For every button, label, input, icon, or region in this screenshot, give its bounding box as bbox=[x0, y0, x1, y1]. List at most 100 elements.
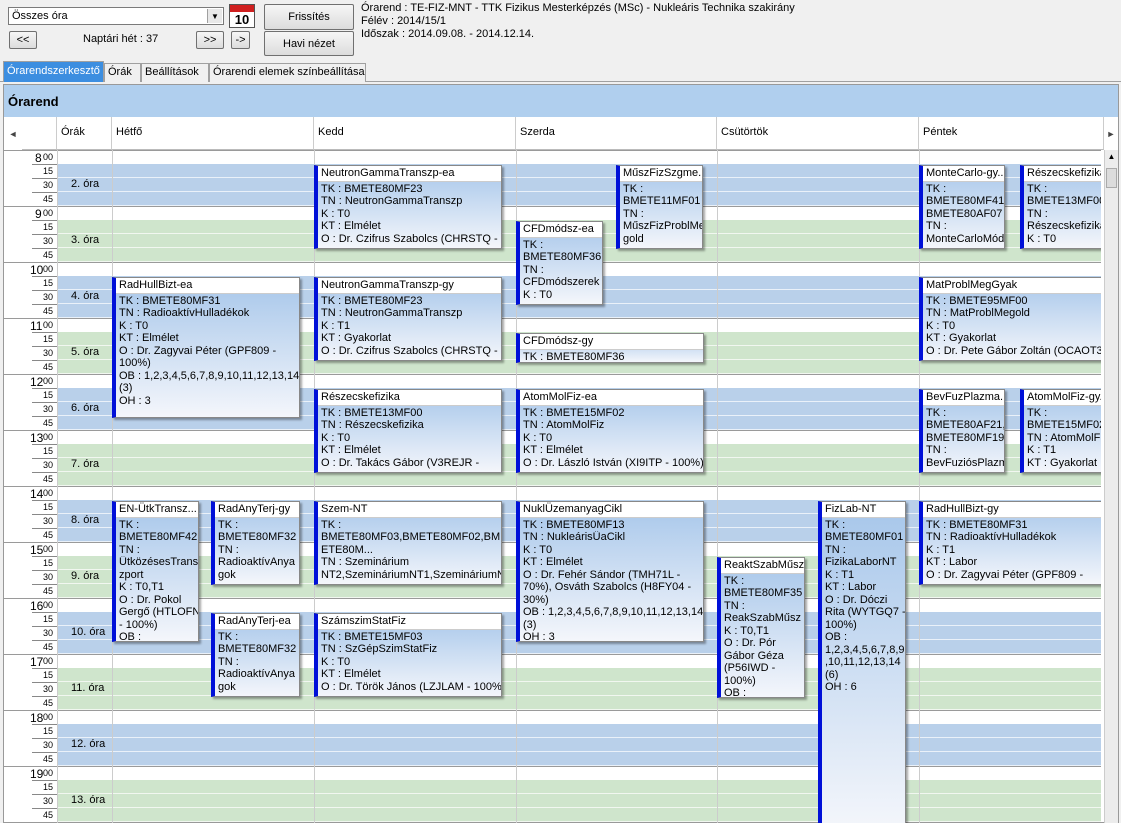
minute-label: 00 bbox=[43, 432, 54, 442]
event-line: TN : bbox=[825, 543, 846, 556]
event-title: MonteCarlo-gy... bbox=[923, 166, 1004, 182]
event-line: BMETE80MF32 bbox=[218, 643, 297, 655]
minute-tick bbox=[32, 724, 57, 725]
event-title: Részecskefizika bbox=[318, 390, 501, 406]
period-band bbox=[57, 780, 1101, 822]
hour-label: 16 bbox=[30, 599, 44, 613]
event-card[interactable]: Részecskefizika TK : BMETE13MF00 TN : Részec… bbox=[1020, 165, 1101, 249]
event-card[interactable]: NeutronGammaTranszp-gy TK : BMETE80MF23 TN… bbox=[314, 277, 502, 361]
next-week-button[interactable]: >> bbox=[196, 31, 224, 49]
event-line: ÜtközésesTrans bbox=[119, 556, 198, 568]
event-card[interactable]: NuklÜzemanyagCikl TK : BMETE80MF13 TN : Nu… bbox=[516, 501, 704, 642]
header-time bbox=[22, 117, 57, 150]
period-label: 3. óra bbox=[71, 234, 100, 246]
vertical-scrollbar[interactable]: ▲ bbox=[1104, 150, 1118, 823]
minute-label: 00 bbox=[43, 320, 54, 330]
event-line: TN : bbox=[523, 263, 544, 276]
event-card[interactable]: RadHullBizt-ea TK : BMETE80MF31 TN : Radio… bbox=[112, 277, 300, 418]
event-title: NeutronGammaTranszp-gy bbox=[318, 278, 501, 294]
minute-tick bbox=[32, 808, 57, 809]
hour-line bbox=[4, 486, 1101, 487]
event-card[interactable]: CFDmódsz-ea TK : BMETE80MF36 TN : CFDmódszer… bbox=[516, 221, 603, 305]
event-card[interactable]: RadAnyTerj-gy TK : BMETE80MF32 TN : Radioakt… bbox=[211, 501, 300, 585]
event-line: O : Dr. Pete Gábor Zoltán (OCAOT3 - bbox=[926, 344, 1101, 357]
event-line: O : Dr. Török János (LZJLAM - 100%) bbox=[321, 680, 501, 693]
event-card[interactable]: NeutronGammaTranszp-ea TK : BMETE80MF23 TN… bbox=[314, 165, 502, 249]
event-card[interactable]: Részecskefizika TK : BMETE13MF00 TN : Rész… bbox=[314, 389, 502, 473]
event-line: TK : bbox=[926, 406, 947, 419]
calendar-icon[interactable]: 10 bbox=[229, 4, 255, 28]
hour-label: 12 bbox=[30, 375, 44, 389]
minute-tick bbox=[32, 794, 57, 795]
timetable-info: Órarend : TE-FIZ-MNT - TTK Fizikus Meste… bbox=[361, 2, 795, 14]
minute-tick bbox=[32, 388, 57, 389]
scroll-left-icon[interactable]: ◄ bbox=[4, 117, 22, 150]
minute-label: 30 bbox=[43, 460, 54, 470]
event-line: TK : BMETE80MF13 bbox=[523, 518, 625, 531]
minute-label: 45 bbox=[43, 194, 54, 204]
minute-label: 00 bbox=[43, 712, 54, 722]
event-card[interactable]: ReaktSzabMűsz TK : BMETE80MF35 TN : ReakSzab… bbox=[717, 557, 805, 698]
tab-color-settings[interactable]: Órarendi elemek színbeállítása bbox=[209, 63, 366, 82]
event-line: BMETE13MF00 bbox=[1027, 195, 1101, 207]
tab-lessons[interactable]: Órák bbox=[104, 63, 141, 82]
event-card[interactable]: BevFuzPlazma... TK : BMETE80AF21, BMETE80MF… bbox=[919, 389, 1005, 473]
minute-tick bbox=[32, 472, 57, 473]
minute-tick bbox=[32, 304, 57, 305]
filter-combobox[interactable]: Összes óra ▼ bbox=[8, 7, 224, 25]
period-label: 11. óra bbox=[71, 682, 105, 694]
scrollbar-thumb[interactable] bbox=[1106, 168, 1117, 188]
refresh-button[interactable]: Frissítés bbox=[264, 4, 354, 30]
event-line: KT : Elmélet bbox=[523, 556, 583, 568]
event-card[interactable]: FizLab-NT TK : BMETE80MF01 TN : FizikaLaborN… bbox=[818, 501, 906, 823]
event-line: BMETE80MF35 bbox=[724, 587, 803, 599]
next-step-button[interactable]: -> bbox=[231, 31, 250, 49]
event-card[interactable]: RadAnyTerj-ea TK : BMETE80MF32 TN : Radioakt… bbox=[211, 613, 300, 697]
slot-line bbox=[57, 737, 1101, 738]
event-line: 100%) bbox=[119, 357, 151, 369]
minute-label: 30 bbox=[43, 572, 54, 582]
minute-label: 30 bbox=[43, 628, 54, 638]
minute-tick bbox=[32, 276, 57, 277]
period-info: Időszak : 2014.09.08. - 2014.12.14. bbox=[361, 28, 535, 40]
event-line: TK : bbox=[926, 182, 947, 195]
event-card[interactable]: SzámszimStatFiz TK : BMETE15MF03 TN : SzGé… bbox=[314, 613, 502, 697]
header-friday: Péntek bbox=[919, 117, 1104, 150]
scroll-up-icon[interactable]: ▲ bbox=[1105, 152, 1118, 164]
event-title: RadAnyTerj-ea bbox=[215, 614, 299, 630]
tab-settings[interactable]: Beállítások bbox=[141, 63, 209, 82]
minute-tick bbox=[32, 696, 57, 697]
scroll-right-icon[interactable]: ► bbox=[1102, 117, 1120, 150]
event-line: O : Dr. Dóczi bbox=[825, 593, 888, 606]
event-card[interactable]: Szem-NT TK : BMETE80MF03,BMETE80MF02,BM ETE… bbox=[314, 501, 502, 585]
tab-timetable-editor[interactable]: Órarendszerkesztő bbox=[3, 61, 104, 82]
filter-value: Összes óra bbox=[12, 10, 68, 22]
event-line: Gábor Géza bbox=[724, 649, 784, 662]
event-card[interactable]: AtomMolFiz-ea TK : BMETE15MF02 TN : AtomMo… bbox=[516, 389, 704, 473]
minute-tick bbox=[32, 612, 57, 613]
event-line: TK : bbox=[1027, 182, 1048, 195]
event-card[interactable]: AtomMolFiz-gy... TK : BMETE15MF02 TN : Atom… bbox=[1020, 389, 1101, 473]
event-card[interactable]: RadHullBizt-gy TK : BMETE80MF31 TN : Radio… bbox=[919, 501, 1101, 585]
event-card[interactable]: MonteCarlo-gy... TK : BMETE80MF41, BMETE80A… bbox=[919, 165, 1005, 249]
event-card[interactable]: CFDmódsz-gy TK : BMETE80MF36 bbox=[516, 333, 704, 363]
hour-label: 11 bbox=[30, 319, 43, 333]
event-line: RadioaktívAnya bbox=[218, 668, 296, 680]
event-card[interactable]: MűszFizSzgme... TK : BMETE11MF01 TN : MűszFi… bbox=[616, 165, 703, 249]
hour-white-row bbox=[57, 150, 1101, 164]
hour-label: 8 bbox=[35, 151, 42, 165]
month-view-button[interactable]: Havi nézet bbox=[264, 31, 354, 56]
event-line: O : Dr. Pór bbox=[724, 637, 776, 649]
event-line: ReakSzabMűsz bbox=[724, 612, 802, 624]
chevron-down-icon[interactable]: ▼ bbox=[207, 9, 222, 23]
event-line: Rita (WYTGQ7 - bbox=[825, 606, 905, 618]
event-card[interactable]: EN-ÜtkTransz... TK : BMETE80MF42 TN : Ütközé… bbox=[112, 501, 199, 642]
event-line: BMETE15MF02 bbox=[1027, 419, 1101, 431]
event-card[interactable]: MatProblMegGyak TK : BMETE95MF00 TN : MatP… bbox=[919, 277, 1101, 361]
event-title: CFDmódsz-ea bbox=[520, 222, 602, 238]
period-label: 10. óra bbox=[71, 626, 106, 638]
event-line: KT : Labor bbox=[926, 556, 978, 568]
hour-white-row bbox=[57, 710, 1101, 724]
week-label: Naptári hét : 37 bbox=[83, 33, 159, 45]
prev-week-button[interactable]: << bbox=[9, 31, 37, 49]
